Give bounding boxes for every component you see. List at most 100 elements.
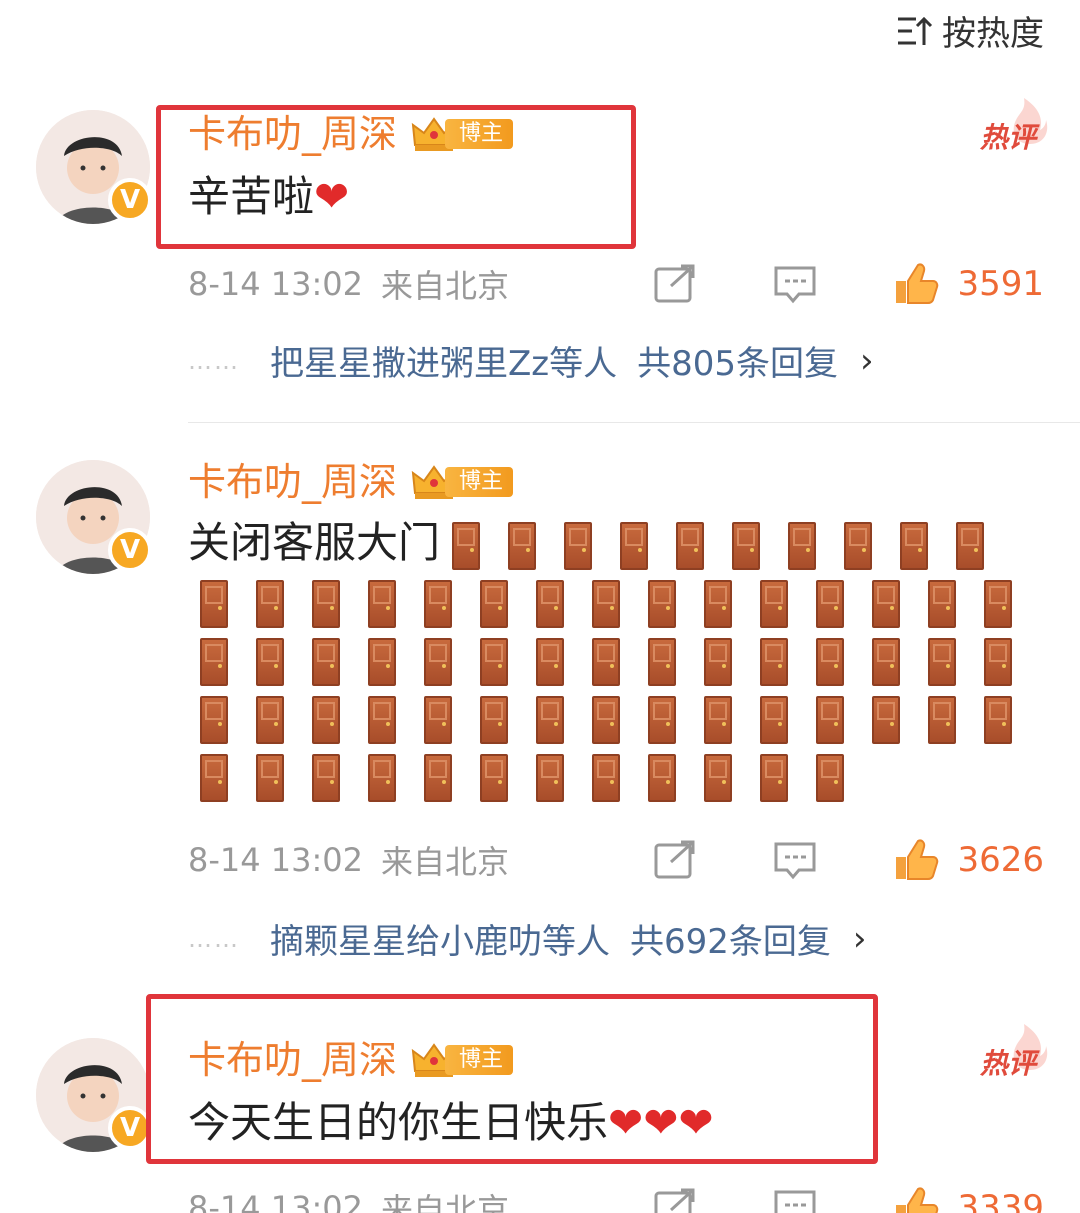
door-emoji — [592, 580, 620, 628]
like-button[interactable]: 3626 — [893, 837, 1044, 883]
door-emoji — [536, 696, 564, 744]
red-highlight-box — [146, 994, 878, 1164]
door-emoji — [928, 638, 956, 686]
door-emoji — [872, 638, 900, 686]
door-emoji — [928, 696, 956, 744]
door-emoji — [704, 580, 732, 628]
divider — [188, 422, 1080, 423]
chevron-right-icon: › — [860, 340, 874, 381]
hot-comment-badge: 热评 — [980, 98, 1048, 156]
reply-names: 摘颗星星给小鹿叻等人 — [270, 922, 610, 962]
verified-v-icon: V — [108, 528, 152, 572]
reply-names: 把星星撒进粥里Zz等人 — [270, 344, 618, 384]
door-emoji — [200, 696, 228, 744]
more-dots: …… — [188, 346, 240, 375]
door-emoji — [312, 580, 340, 628]
door-emoji — [816, 580, 844, 628]
avatar[interactable]: V — [36, 110, 152, 224]
door-emoji — [928, 580, 956, 628]
door-emoji — [620, 521, 649, 570]
comment-location: 来自北京 — [381, 267, 510, 305]
thumbs-up-icon — [896, 1187, 939, 1213]
hot-comment-badge: 热评 — [980, 1024, 1048, 1082]
door-emoji — [312, 638, 340, 686]
reply-icon[interactable] — [773, 264, 817, 304]
view-replies-link[interactable]: …… 把星星撒进粥里Zz等人 共805条回复 › — [188, 336, 874, 385]
door-emoji — [816, 638, 844, 686]
door-emoji — [200, 580, 228, 628]
door-emoji — [816, 696, 844, 744]
door-emoji — [312, 696, 340, 744]
door-emoji — [256, 754, 284, 802]
door-emoji — [424, 696, 452, 744]
door-emoji — [536, 754, 564, 802]
door-emoji — [536, 638, 564, 686]
door-emoji — [592, 754, 620, 802]
door-emoji — [592, 638, 620, 686]
door-emoji — [704, 638, 732, 686]
comment-time: 8-14 13:02 — [188, 841, 364, 879]
verified-v-icon: V — [108, 178, 152, 222]
door-emoji — [200, 754, 228, 802]
reply-total: 共692条回复 — [630, 922, 831, 962]
like-button[interactable]: 3339 — [893, 1185, 1044, 1213]
door-emoji — [256, 580, 284, 628]
door-emoji-grid — [200, 580, 1040, 802]
door-emoji — [984, 638, 1012, 686]
door-emoji — [312, 754, 340, 802]
door-emoji — [900, 521, 929, 570]
door-emoji — [480, 696, 508, 744]
view-replies-link[interactable]: …… 摘颗星星给小鹿叻等人 共692条回复 › — [188, 914, 867, 963]
door-emoji — [368, 696, 396, 744]
sort-label: 按热度 — [942, 14, 1044, 54]
thumbs-up-icon — [896, 839, 939, 880]
door-emoji — [872, 580, 900, 628]
door-emoji — [704, 754, 732, 802]
door-emoji — [816, 754, 844, 802]
door-emoji — [704, 696, 732, 744]
door-emoji — [760, 638, 788, 686]
door-emoji — [256, 696, 284, 744]
share-icon[interactable] — [653, 1188, 697, 1213]
door-emoji — [424, 754, 452, 802]
door-emoji — [676, 521, 705, 570]
door-emoji — [984, 696, 1012, 744]
door-emoji — [872, 696, 900, 744]
door-emoji — [648, 754, 676, 802]
like-button[interactable]: 3591 — [893, 261, 1044, 307]
sort-by-hot-button[interactable]: 按热度 — [896, 6, 1044, 55]
share-icon[interactable] — [653, 264, 697, 304]
door-emoji — [424, 580, 452, 628]
door-emoji — [844, 521, 873, 570]
username-link[interactable]: 卡布叻_周深 — [188, 460, 397, 504]
reply-icon[interactable] — [773, 1188, 817, 1213]
door-emoji — [200, 638, 228, 686]
door-emoji — [592, 696, 620, 744]
door-emoji — [480, 638, 508, 686]
comment-text: 关闭客服大门 — [188, 516, 985, 570]
comment-time: 8-14 13:02 — [188, 265, 364, 303]
avatar[interactable]: V — [36, 460, 152, 574]
reply-icon[interactable] — [773, 840, 817, 880]
avatar[interactable]: V — [36, 1038, 152, 1152]
door-emoji — [536, 580, 564, 628]
thumbs-up-icon — [896, 263, 939, 304]
door-emoji — [452, 521, 481, 570]
blogger-badge: 博主 — [411, 465, 514, 499]
door-emoji — [760, 754, 788, 802]
door-emoji — [984, 580, 1012, 628]
comment-location: 来自北京 — [381, 843, 510, 881]
door-emoji — [480, 754, 508, 802]
reply-total: 共805条回复 — [637, 344, 839, 384]
share-icon[interactable] — [653, 840, 697, 880]
door-emoji — [424, 638, 452, 686]
door-emoji — [648, 580, 676, 628]
door-emoji — [368, 580, 396, 628]
chevron-right-icon: › — [852, 918, 867, 959]
comment-location: 来自北京 — [381, 1191, 510, 1213]
comment-time: 8-14 13:02 — [188, 1189, 364, 1213]
door-emoji — [788, 521, 817, 570]
door-emoji — [760, 696, 788, 744]
door-emoji — [564, 521, 593, 570]
red-highlight-box — [156, 105, 636, 249]
